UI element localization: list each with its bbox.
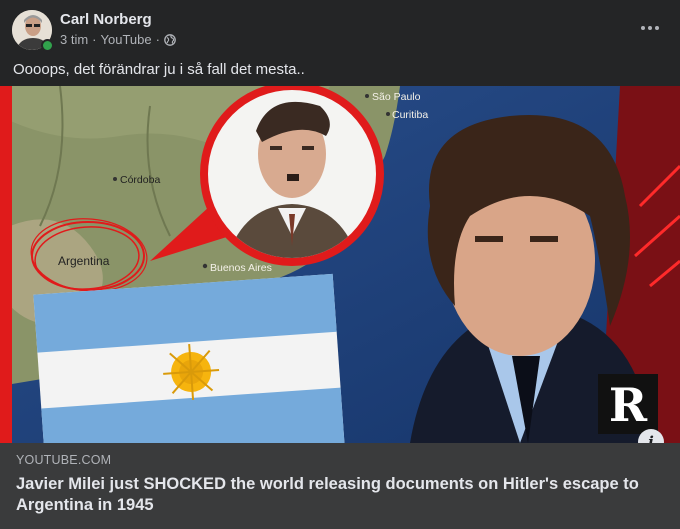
link-title[interactable]: Javier Milei just SHOCKED the world rele… [16, 474, 656, 516]
map-label-buenos-aires: Buenos Aires [210, 262, 272, 274]
author-name[interactable]: Carl Norberg [60, 11, 152, 28]
more-dot-icon [641, 26, 645, 30]
more-dot-icon [655, 26, 659, 30]
r-logo-letter: R [609, 378, 648, 432]
post-time[interactable]: 3 tim [60, 32, 88, 47]
more-options-button[interactable] [634, 14, 666, 42]
r-logo-badge: R [598, 374, 658, 434]
map-label-cordoba: Córdoba [120, 174, 160, 186]
link-preview-footer[interactable]: YOUTUBE.COM Javier Milei just SHOCKED th… [0, 443, 680, 529]
post-meta: 3 tim · YouTube · [60, 32, 176, 47]
meta-separator: · [92, 32, 97, 47]
more-dot-icon [648, 26, 652, 30]
post-source[interactable]: YouTube [101, 32, 152, 47]
meta-separator-2: · [155, 32, 160, 47]
globe-icon[interactable] [164, 33, 176, 46]
link-domain: YOUTUBE.COM [16, 453, 112, 467]
online-status-dot [41, 39, 54, 52]
map-label-curitiba: Curitiba [392, 109, 428, 121]
map-label-argentina: Argentina [58, 254, 110, 268]
post-header: Carl Norberg 3 tim · YouTube · [0, 0, 680, 56]
argentina-flag [33, 273, 345, 443]
map-label-sao-paulo: São Paulo [372, 91, 421, 103]
link-thumbnail[interactable]: São Paulo Curitiba Córdoba Buenos Aires … [0, 86, 680, 443]
post-text: Oooops, det förändrar ju i så fall det m… [13, 61, 305, 78]
